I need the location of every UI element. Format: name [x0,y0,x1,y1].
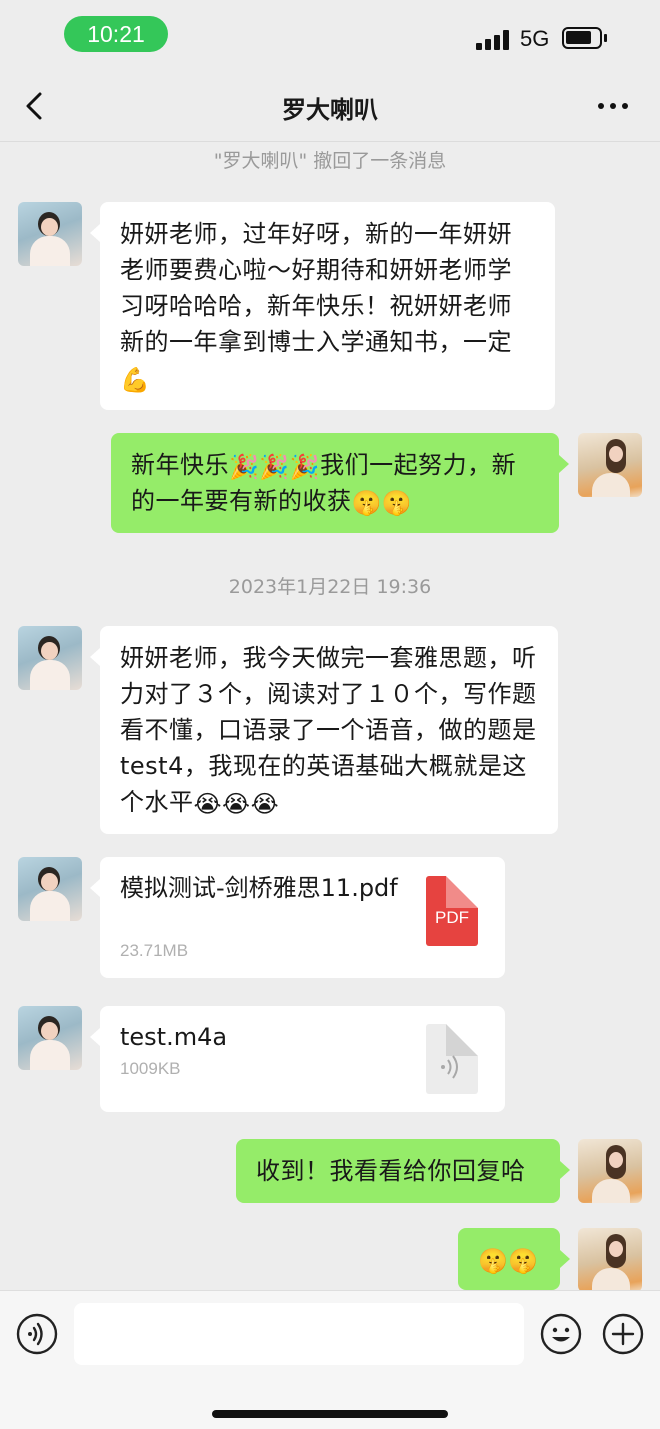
chat-header: 罗大喇叭 [0,70,660,142]
pdf-file-icon: PDF [426,876,478,946]
home-indicator [212,1410,448,1418]
voice-icon[interactable] [16,1313,58,1355]
recall-notice: "罗大喇叭" 撤回了一条消息 [213,150,447,172]
smiley-icon[interactable] [540,1313,582,1355]
file-size: 23.71MB [120,941,189,960]
battery-icon [562,27,607,49]
message-bubble[interactable]: 收到！我看看给你回复哈 [236,1139,570,1203]
more-dots-icon[interactable] [598,96,634,116]
file-name: test.m4a [120,1023,228,1051]
message-bubble[interactable]: 妍妍老师，过年好呀，新的一年妍妍老师要费心啦～好期待和妍妍老师学习呀哈哈哈，新年… [90,202,555,410]
message-text: 收到！我看看给你回复哈 [256,1157,526,1185]
message-input[interactable] [74,1303,524,1365]
message-text: 新年快乐 [131,451,229,479]
flexed-biceps-emoji: 💪 [120,366,151,394]
plus-icon[interactable] [602,1313,644,1355]
avatar[interactable] [578,1228,642,1290]
party-popper-emoji: 🎉🎉🎉 [229,453,321,481]
message-text: 妍妍老师，我今天做完一套雅思题，听力对了３个，阅读对了１０个，写作题看不懂，口语… [120,644,537,816]
file-message-audio[interactable]: test.m4a 1009KB [90,1006,505,1112]
message-bubble[interactable]: 🤫🤫 [458,1228,570,1290]
file-size: 1009KB [120,1059,181,1078]
message-bubble[interactable]: 新年快乐🎉🎉🎉我们一起努力，新的一年要有新的收获🤫🤫 [111,433,569,533]
avatar[interactable] [18,626,82,690]
chat-title: 罗大喇叭 [282,96,378,124]
shushing-face-emoji: 🤫🤫 [351,489,413,517]
avatar[interactable] [18,1006,82,1070]
status-time: 10:21 [64,16,168,52]
avatar[interactable] [18,202,82,266]
crying-face-emoji: 😭😭😭 [193,790,280,818]
network-type: 5G [520,26,550,51]
file-name: 模拟测试-剑桥雅思11.pdf [120,874,398,902]
audio-file-icon [426,1024,478,1094]
file-message-pdf[interactable]: 模拟测试-剑桥雅思11.pdf 23.71MB PDF [90,857,505,978]
battery-level [566,31,591,44]
input-bar [0,1290,660,1429]
avatar[interactable] [18,857,82,921]
message-text: 妍妍老师，过年好呀，新的一年妍妍老师要费心啦～好期待和妍妍老师学习呀哈哈哈，新年… [120,220,512,356]
message-bubble[interactable]: 妍妍老师，我今天做完一套雅思题，听力对了３个，阅读对了１０个，写作题看不懂，口语… [90,626,558,834]
timestamp: 2023年1月22日 19:36 [228,576,432,598]
shushing-face-emoji: 🤫🤫 [478,1247,539,1275]
avatar[interactable] [578,1139,642,1203]
signal-icon [476,28,510,50]
avatar[interactable] [578,433,642,497]
message-list[interactable]: "罗大喇叭" 撤回了一条消息 妍妍老师，过年好呀，新的一年妍妍老师要费心啦～好期… [0,142,660,1290]
status-bar: 10:21 5G [0,0,660,70]
